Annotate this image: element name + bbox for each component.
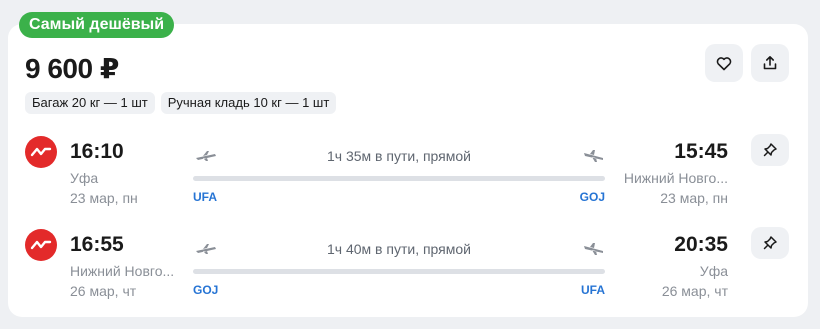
flight-duration: 1ч 40м в пути, прямой xyxy=(327,241,471,257)
favorite-button[interactable] xyxy=(705,44,743,82)
departure-city: Нижний Новго... xyxy=(70,263,175,279)
flight-segment-outbound[interactable]: 16:10 Уфа 23 мар, пн 1ч 35м в пути, прям… xyxy=(8,134,808,214)
flight-duration: 1ч 35м в пути, прямой xyxy=(327,148,471,164)
arrival-date: 26 мар, чт xyxy=(661,283,728,299)
departure-time: 16:55 xyxy=(70,233,124,256)
arrival-date: 23 мар, пн xyxy=(660,190,728,206)
heart-icon xyxy=(716,56,732,70)
route-line xyxy=(193,176,605,181)
hand-luggage-chip: Ручная кладь 10 кг — 1 шт xyxy=(160,92,337,114)
landing-plane-icon xyxy=(584,243,603,255)
pin-button[interactable] xyxy=(751,134,789,166)
share-button[interactable] xyxy=(751,44,789,82)
departure-airport-code: UFA xyxy=(193,190,217,204)
ticket-price: 9 600 ₽ xyxy=(25,53,119,84)
cheapest-badge: Самый дешёвый xyxy=(19,12,175,38)
landing-plane-icon xyxy=(584,150,603,162)
arrival-time: 15:45 xyxy=(674,140,728,163)
departure-date: 23 мар, пн xyxy=(70,190,138,206)
pin-icon xyxy=(763,236,777,250)
arrival-time: 20:35 xyxy=(674,233,728,256)
departure-date: 26 мар, чт xyxy=(70,283,137,299)
pin-button[interactable] xyxy=(751,227,789,259)
arrival-city: Уфа xyxy=(699,263,728,279)
arrival-airport-code: GOJ xyxy=(579,190,605,204)
route-line xyxy=(193,269,605,274)
airline-logo-icon xyxy=(25,229,57,261)
baggage-chips: Багаж 20 кг — 1 шт Ручная кладь 10 кг — … xyxy=(25,92,337,114)
ticket-card[interactable]: 9 600 ₽ Багаж 20 кг — 1 шт Ручная кладь … xyxy=(8,24,808,317)
airline-logo-icon xyxy=(25,136,57,168)
departure-airport-code: GOJ xyxy=(193,283,219,297)
arrival-airport-code: UFA xyxy=(581,283,605,297)
arrival-city: Нижний Новго... xyxy=(623,170,728,186)
baggage-chip: Багаж 20 кг — 1 шт xyxy=(25,92,155,114)
flight-segment-return[interactable]: 16:55 Нижний Новго... 26 мар, чт 1ч 40м … xyxy=(8,227,808,307)
departure-time: 16:10 xyxy=(70,140,124,163)
share-icon xyxy=(763,56,777,70)
departure-city: Уфа xyxy=(70,170,99,186)
pin-icon xyxy=(763,143,777,157)
